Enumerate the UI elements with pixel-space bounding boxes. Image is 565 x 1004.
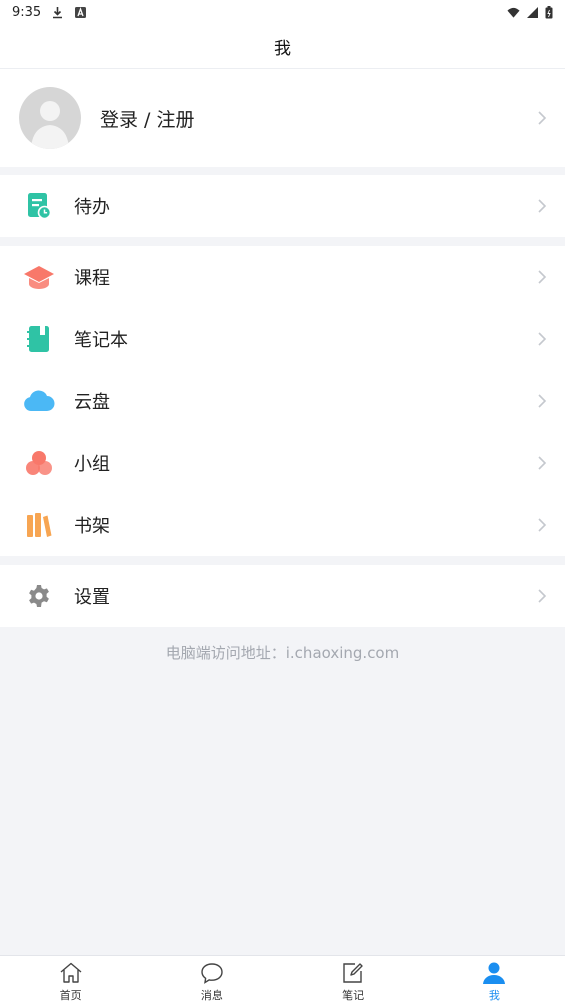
tab-notes[interactable]: 笔记 bbox=[283, 956, 424, 1004]
menu-item-label: 书架 bbox=[74, 516, 110, 537]
menu-group-todo: 待办 bbox=[0, 175, 565, 237]
tab-messages[interactable]: 消息 bbox=[141, 956, 282, 1004]
chevron-right-icon bbox=[538, 394, 547, 408]
app-notification-icon bbox=[75, 6, 87, 18]
pc-access-note: 电脑端访问地址：i.chaoxing.com bbox=[165, 644, 400, 662]
chevron-right-icon bbox=[538, 332, 547, 346]
tab-label: 我 bbox=[488, 988, 500, 1002]
menu-item-label: 小组 bbox=[74, 454, 110, 475]
tab-label: 首页 bbox=[59, 988, 82, 1002]
message-icon bbox=[199, 960, 225, 986]
menu-item-course[interactable]: 课程 bbox=[0, 246, 565, 308]
login-register-label: 登录 / 注册 bbox=[100, 108, 195, 131]
default-avatar-icon bbox=[31, 101, 69, 149]
person-icon bbox=[481, 960, 507, 986]
notebook-icon bbox=[23, 323, 55, 355]
tab-me[interactable]: 我 bbox=[424, 956, 565, 1004]
menu-group-settings: 设置 bbox=[0, 565, 565, 627]
chevron-right-icon bbox=[538, 589, 547, 603]
menu-item-settings[interactable]: 设置 bbox=[0, 565, 565, 627]
menu-item-label: 设置 bbox=[74, 587, 110, 608]
status-time: 9:35 bbox=[12, 4, 42, 20]
title-bar: 我 bbox=[0, 24, 565, 69]
menu-item-group[interactable]: 小组 bbox=[0, 432, 565, 494]
chevron-right-icon bbox=[538, 111, 547, 125]
todo-icon bbox=[23, 190, 55, 222]
chevron-right-icon bbox=[538, 456, 547, 470]
profile-login-row[interactable]: 登录 / 注册 bbox=[0, 69, 565, 167]
tab-home[interactable]: 首页 bbox=[0, 956, 141, 1004]
wifi-icon bbox=[507, 7, 520, 18]
chevron-right-icon bbox=[538, 199, 547, 213]
menu-item-label: 课程 bbox=[74, 268, 110, 289]
battery-icon bbox=[545, 5, 553, 18]
signal-icon bbox=[527, 6, 538, 18]
course-cap-icon bbox=[23, 261, 55, 293]
note-edit-icon bbox=[340, 960, 366, 986]
tab-label: 笔记 bbox=[342, 988, 365, 1002]
cloud-icon bbox=[23, 385, 55, 417]
menu-item-label: 云盘 bbox=[74, 392, 110, 413]
menu-item-bookshelf[interactable]: 书架 bbox=[0, 494, 565, 556]
menu-item-cloud-drive[interactable]: 云盘 bbox=[0, 370, 565, 432]
menu-item-notebook[interactable]: 笔记本 bbox=[0, 308, 565, 370]
menu-item-label: 笔记本 bbox=[74, 330, 128, 351]
home-icon bbox=[58, 960, 84, 986]
avatar bbox=[19, 87, 81, 149]
tab-label: 消息 bbox=[200, 988, 223, 1002]
menu-group-main: 课程 笔记本 云盘 小组 书架 bbox=[0, 246, 565, 556]
page-title: 我 bbox=[274, 38, 291, 59]
group-icon bbox=[23, 447, 55, 479]
bottom-tab-bar: 首页 消息 笔记 我 bbox=[0, 955, 565, 1004]
gear-icon bbox=[23, 580, 55, 612]
download-icon bbox=[53, 6, 63, 18]
menu-item-label: 待办 bbox=[74, 197, 110, 218]
status-bar: 9:35 bbox=[0, 0, 565, 24]
menu-item-todo[interactable]: 待办 bbox=[0, 175, 565, 237]
chevron-right-icon bbox=[538, 270, 547, 284]
chevron-right-icon bbox=[538, 518, 547, 532]
bookshelf-icon bbox=[23, 509, 55, 541]
